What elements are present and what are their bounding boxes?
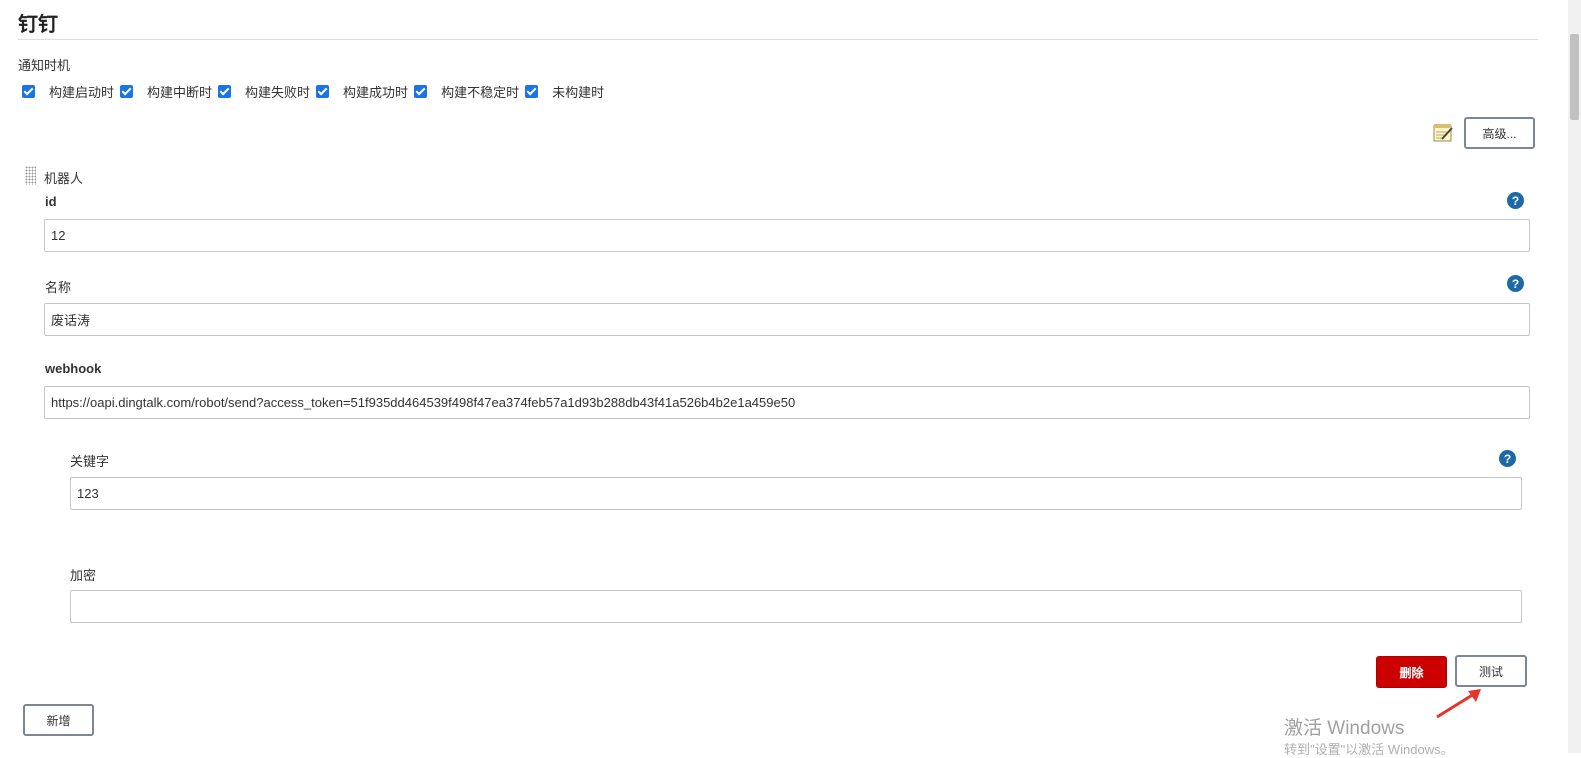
id-input[interactable] xyxy=(44,219,1530,252)
name-label: 名称 xyxy=(45,280,72,295)
keyword-input[interactable] xyxy=(70,477,1522,510)
name-input[interactable] xyxy=(44,303,1530,336)
scrollbar-thumb[interactable] xyxy=(1570,34,1579,120)
checkbox-label: 构建失败时 xyxy=(245,84,311,100)
annotation-arrow-icon xyxy=(1436,689,1481,719)
webhook-label: webhook xyxy=(45,361,102,376)
checkbox-label: 未构建时 xyxy=(552,84,605,100)
checkbox-label: 构建成功时 xyxy=(343,84,409,100)
webhook-input[interactable] xyxy=(44,386,1530,419)
delete-button[interactable]: 删除 xyxy=(1376,656,1447,688)
notify-timing-label: 通知时机 xyxy=(18,58,71,73)
keyword-label: 关键字 xyxy=(70,454,110,469)
notify-option-unstable[interactable]: 构建不稳定时 xyxy=(414,82,519,101)
help-keyword-icon[interactable]: ? xyxy=(1499,450,1516,467)
notify-options: 构建启动时 构建中断时 构建失败时 构建成功时 构建不稳定时 未构建时 xyxy=(22,82,610,100)
notify-option-success[interactable]: 构建成功时 xyxy=(316,82,408,101)
checkbox-success[interactable] xyxy=(316,84,330,98)
test-button[interactable]: 测试 xyxy=(1455,655,1527,687)
checkbox-unstable[interactable] xyxy=(414,84,428,98)
section-divider xyxy=(18,39,1538,40)
checkbox-start[interactable] xyxy=(22,84,35,98)
notify-option-abort[interactable]: 构建中断时 xyxy=(120,82,212,101)
help-name-icon[interactable]: ? xyxy=(1507,275,1524,292)
advanced-button[interactable]: 高级... xyxy=(1464,117,1535,149)
id-label: id xyxy=(45,194,57,209)
checkbox-label: 构建不稳定时 xyxy=(441,84,520,100)
secret-label: 加密 xyxy=(70,568,97,583)
windows-activation-watermark: 激活 Windows xyxy=(1284,718,1405,739)
add-robot-button[interactable]: 新增 xyxy=(23,704,94,736)
drag-handle-icon[interactable] xyxy=(25,166,36,185)
help-id-icon[interactable]: ? xyxy=(1507,192,1524,209)
checkbox-label: 构建启动时 xyxy=(49,84,115,100)
checkbox-failure[interactable] xyxy=(218,84,232,98)
notify-option-failure[interactable]: 构建失败时 xyxy=(218,82,310,101)
checkbox-abort[interactable] xyxy=(120,84,134,98)
checkbox-label: 构建中断时 xyxy=(147,84,213,100)
notify-option-not-built[interactable]: 未构建时 xyxy=(525,82,604,101)
secret-input[interactable] xyxy=(70,590,1522,623)
checkbox-not-built[interactable] xyxy=(525,84,539,98)
notify-option-start[interactable]: 构建启动时 xyxy=(22,82,114,101)
windows-activation-hint: 转到"设置"以激活 Windows。 xyxy=(1284,742,1454,757)
section-title: 钉钉 xyxy=(18,14,58,36)
robot-label: 机器人 xyxy=(44,171,84,186)
notepad-edit-icon[interactable] xyxy=(1433,123,1454,142)
vertical-scrollbar[interactable] xyxy=(1568,0,1581,753)
